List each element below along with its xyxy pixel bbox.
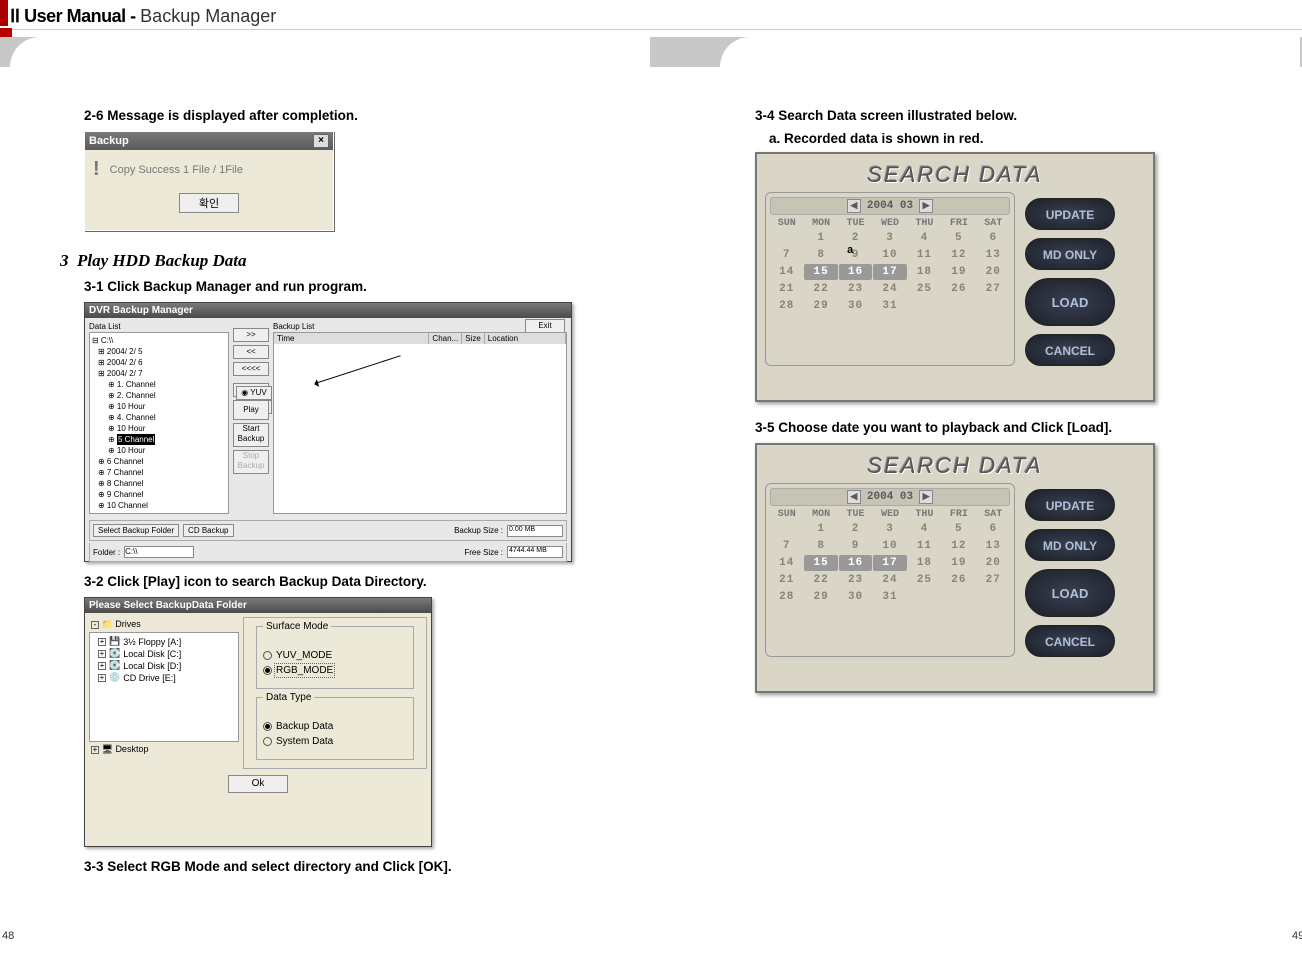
next-month-icon[interactable]: ▶: [919, 490, 933, 504]
ok-button[interactable]: 확인: [179, 193, 239, 213]
section-3-num: 3: [60, 251, 69, 270]
back-button[interactable]: <<: [233, 345, 269, 359]
yuv-radio[interactable]: ◉ YUV: [236, 386, 272, 400]
rgb-mode-radio[interactable]: [263, 666, 272, 675]
search-buttons: UPDATE MD ONLY LOAD CANCEL: [1025, 198, 1115, 366]
step-3-1: 3-1 Click Backup Manager and run program…: [84, 279, 621, 294]
cd-backup-button[interactable]: CD Backup: [183, 524, 233, 537]
prev-month-icon[interactable]: ◀: [847, 490, 861, 504]
cancel-button[interactable]: CANCEL: [1025, 625, 1115, 657]
data-tree[interactable]: ⊟ C:\\⊞ 2004/ 2/ 5⊞ 2004/ 2/ 6⊞ 2004/ 2/…: [90, 333, 228, 514]
search-data-panel-2: SEARCH DATA ◀ 2004 03 ▶ SUNMONTUEWEDTHUF…: [755, 443, 1155, 693]
dialog-titlebar: Backup ×: [85, 132, 333, 150]
dvr-backup-manager: DVR Backup Manager Exit Data List ⊟ C:\\…: [84, 302, 572, 562]
header-title-bold: User Manual -: [24, 6, 140, 26]
select-folder-button[interactable]: Select Backup Folder: [93, 524, 179, 537]
step-3-2: 3-2 Click [Play] icon to search Backup D…: [84, 574, 621, 589]
desktop-item[interactable]: Desktop: [115, 744, 148, 754]
step-3-5: 3-5 Choose date you want to playback and…: [755, 420, 1272, 435]
drives-tree[interactable]: +💾 3½ Floppy [A:] +💽 Local Disk [C:] +💽 …: [89, 632, 239, 742]
year-month: 2004 03: [867, 491, 913, 503]
page-number-right: 49: [1292, 930, 1302, 962]
calendar-widget-2[interactable]: ◀ 2004 03 ▶ SUNMONTUEWEDTHUFRISAT1234567…: [765, 483, 1015, 657]
calendar-grid[interactable]: SUNMONTUEWEDTHUFRISAT123456789a101112131…: [770, 218, 1010, 314]
data-list-label: Data List: [89, 322, 229, 332]
right-column: 3-4 Search Data screen illustrated below…: [651, 30, 1302, 950]
exit-button[interactable]: Exit: [525, 319, 565, 333]
page-number-left: 48: [2, 930, 14, 962]
folder-label: Folder :: [93, 548, 120, 557]
free-size-label: Free Size :: [464, 548, 503, 557]
year-month: 2004 03: [867, 200, 913, 212]
folder-panel: Folder : C:\\ Free Size : 4744.44 MB: [89, 543, 567, 562]
next-month-icon[interactable]: ▶: [919, 199, 933, 213]
header-roman: ⅠⅠ: [10, 6, 20, 26]
backup-data-radio[interactable]: [263, 722, 272, 731]
backup-folder-dialog: Please Select BackupData Folder - 📁 Driv…: [84, 597, 432, 847]
load-button[interactable]: LOAD: [1025, 278, 1115, 326]
yuv-mode-radio[interactable]: [263, 651, 272, 660]
system-data-radio[interactable]: [263, 737, 272, 746]
folder-dialog-title: Please Select BackupData Folder: [85, 598, 431, 613]
back-all-button[interactable]: <<<<: [233, 362, 269, 376]
surface-mode-group: Surface Mode YUV_MODE RGB_MODE: [256, 626, 414, 689]
drives-label: Drives: [115, 619, 141, 629]
backup-size-label: Backup Size :: [454, 526, 503, 535]
search-buttons-2: UPDATE MD ONLY LOAD CANCEL: [1025, 489, 1115, 657]
left-column: 2-6 Message is displayed after completio…: [0, 30, 651, 950]
data-list[interactable]: ⊟ C:\\⊞ 2004/ 2/ 5⊞ 2004/ 2/ 6⊞ 2004/ 2/…: [89, 332, 229, 514]
search-data-panel-1: SEARCH DATA ◀ 2004 03 ▶ SUNMONTUEWEDTHUF…: [755, 152, 1155, 402]
prev-month-icon[interactable]: ◀: [847, 199, 861, 213]
header-title-suffix: Backup Manager: [140, 6, 276, 26]
close-icon[interactable]: ×: [313, 134, 329, 148]
dvr-title: DVR Backup Manager: [85, 303, 571, 318]
backup-size-value: 0.00 MB: [507, 525, 563, 537]
calendar-grid[interactable]: SUNMONTUEWEDTHUFRISAT1234567891011121314…: [770, 509, 1010, 605]
play-button[interactable]: Play: [233, 400, 269, 420]
backup-progress-panel: Select Backup Folder CD Backup Backup Si…: [89, 520, 567, 541]
md-only-button[interactable]: MD ONLY: [1025, 238, 1115, 270]
md-only-button[interactable]: MD ONLY: [1025, 529, 1115, 561]
update-button[interactable]: UPDATE: [1025, 489, 1115, 521]
step-3-3: 3-3 Select RGB Mode and select directory…: [84, 859, 621, 874]
step-3-4: 3-4 Search Data screen illustrated below…: [755, 108, 1272, 123]
search-data-title-2: SEARCH DATA: [765, 453, 1145, 479]
stop-backup-button: Stop Backup: [233, 450, 269, 474]
ok-button[interactable]: Ok: [228, 775, 288, 793]
backup-list-headers: Time Chan... Size Location: [274, 333, 566, 344]
section-3-head: 3 Play HDD Backup Data: [60, 251, 621, 271]
transfer-buttons: >> << <<<< ◉ YUV ○ RGB Play Start Backup…: [233, 322, 269, 514]
dialog-message: Copy Success 1 File / 1File: [110, 164, 243, 176]
free-size-value: 4744.44 MB: [507, 546, 563, 558]
start-backup-button[interactable]: Start Backup: [233, 423, 269, 447]
page-header: ⅠⅠ User Manual - Backup Manager: [0, 0, 1302, 30]
dialog-body: ! Copy Success 1 File / 1File: [85, 150, 333, 189]
search-data-title: SEARCH DATA: [765, 162, 1145, 188]
section-3-title: Play HDD Backup Data: [77, 251, 247, 270]
cancel-button[interactable]: CANCEL: [1025, 334, 1115, 366]
yuv-rgb-group: ◉ YUV ○ RGB: [233, 383, 269, 397]
load-button[interactable]: LOAD: [1025, 569, 1115, 617]
backup-list[interactable]: Time Chan... Size Location: [273, 332, 567, 514]
dialog-title: Backup: [89, 135, 129, 147]
backup-list-label: Backup List: [273, 322, 567, 332]
update-button[interactable]: UPDATE: [1025, 198, 1115, 230]
calendar-widget[interactable]: ◀ 2004 03 ▶ SUNMONTUEWEDTHUFRISAT1234567…: [765, 192, 1015, 366]
forward-button[interactable]: >>: [233, 328, 269, 342]
backup-dialog: Backup × ! Copy Success 1 File / 1File 확…: [84, 131, 334, 231]
step-2-6: 2-6 Message is displayed after completio…: [84, 108, 621, 123]
folder-value[interactable]: C:\\: [124, 546, 194, 558]
step-3-4a: a. Recorded data is shown in red.: [769, 131, 1272, 146]
page-body: 2-6 Message is displayed after completio…: [0, 30, 1302, 950]
alert-icon: !: [93, 158, 100, 181]
data-type-group: Data Type Backup Data System Data: [256, 697, 414, 760]
header-marker: [0, 0, 8, 26]
